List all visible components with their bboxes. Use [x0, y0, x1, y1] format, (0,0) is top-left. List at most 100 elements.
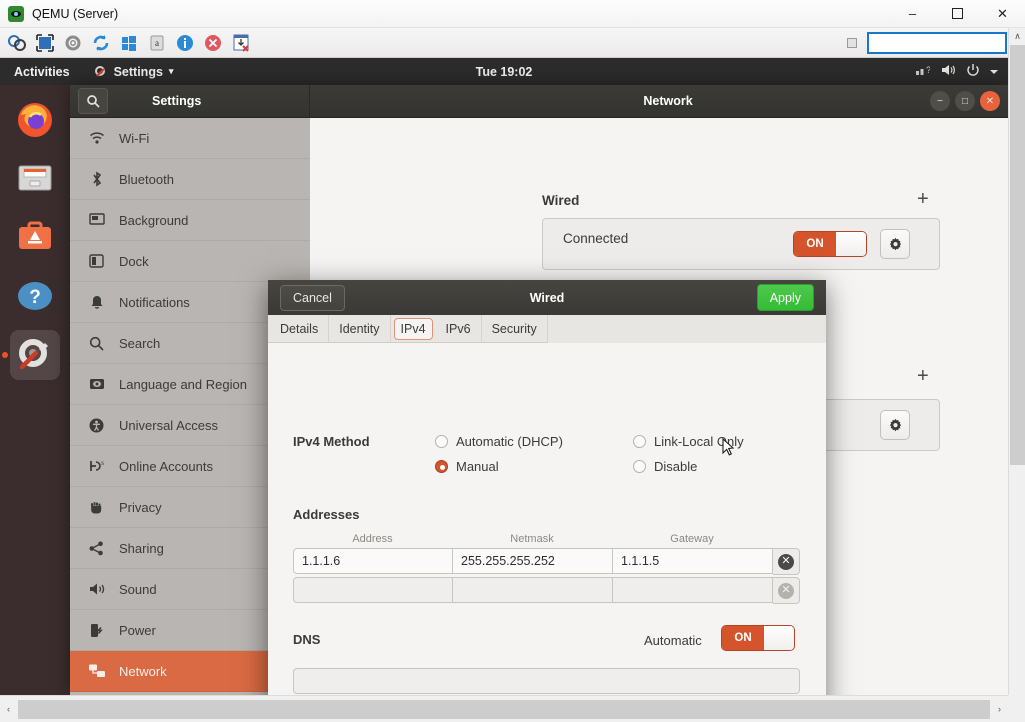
gateway-input-1[interactable]: 1.1.1.5 [613, 548, 773, 574]
sidebar-item-label: Universal Access [119, 418, 218, 433]
sidebar-item-background[interactable]: Background [70, 200, 310, 241]
tab-ipv4[interactable]: IPv4 [394, 318, 433, 340]
horizontal-scrollbar-thumb[interactable] [18, 700, 990, 719]
settings-close-button[interactable]: ✕ [980, 91, 1000, 111]
dialog-body: IPv4 Method Automatic (DHCP) Manual Link… [268, 343, 826, 695]
settings-gear-icon[interactable] [62, 32, 84, 54]
tab-security[interactable]: Security [482, 315, 548, 343]
bell-icon [88, 294, 105, 311]
system-tray[interactable]: ? [915, 63, 998, 80]
tab-details[interactable]: Details [270, 315, 329, 343]
sidebar-item-dock[interactable]: Dock [70, 241, 310, 282]
address-input-2[interactable] [293, 577, 453, 603]
vertical-scrollbar[interactable]: ∧ ∨ [1008, 28, 1025, 722]
delete-address-row-2-button[interactable]: ✕ [773, 577, 800, 604]
dialog-header-bar: Cancel Wired Apply [268, 280, 826, 315]
speaker-icon [88, 581, 105, 598]
tab-identity[interactable]: Identity [329, 315, 390, 343]
windows-icon[interactable] [118, 32, 140, 54]
qemu-address-field[interactable] [867, 32, 1007, 54]
svg-text:a: a [155, 38, 159, 48]
radio-manual-indicator [435, 460, 448, 473]
sidebar-item-bluetooth[interactable]: Bluetooth [70, 159, 310, 200]
text-page-icon[interactable]: a [146, 32, 168, 54]
sidebar-item-wi-fi[interactable]: Wi-Fi [70, 118, 310, 159]
dns-automatic-toggle[interactable]: ON [721, 625, 795, 651]
delete-address-row-1-button[interactable]: ✕ [773, 548, 800, 575]
network-icon: ? [915, 63, 930, 80]
universal-access-icon [88, 417, 105, 434]
wired-connection-dialog: Cancel Wired Apply Details Identity IPv4… [268, 280, 826, 695]
scroll-left-button[interactable]: ‹ [0, 696, 17, 722]
dock-item-settings[interactable] [10, 330, 60, 380]
dns-toggle-knob [764, 626, 794, 650]
dns-heading: DNS [293, 632, 320, 647]
qemu-minimize-button[interactable]: – [890, 0, 935, 28]
netmask-input-1[interactable]: 255.255.255.252 [453, 548, 613, 574]
tab-bar-filler [548, 315, 826, 343]
horizontal-scrollbar[interactable]: ‹ › [0, 695, 1008, 722]
cancel-button[interactable]: Cancel [280, 285, 345, 311]
vm-desktop: Activities Settings ▾ Tue 19:02 ? [0, 58, 1008, 695]
svg-text:?: ? [29, 287, 41, 308]
radio-manual[interactable]: Manual [435, 459, 499, 474]
scroll-right-button[interactable]: › [991, 696, 1008, 722]
activities-button[interactable]: Activities [14, 65, 70, 79]
background-icon [88, 212, 105, 229]
qemu-maximize-button[interactable] [935, 0, 980, 28]
delete-snapshot-icon[interactable] [230, 32, 252, 54]
dialog-title: Wired [530, 291, 565, 305]
qemu-window-title: QEMU (Server) [32, 7, 118, 21]
dock-item-help[interactable]: ? [10, 271, 60, 321]
settings-header-left: Settings [70, 85, 310, 118]
secondary-settings-gear-icon[interactable] [880, 410, 910, 440]
netmask-input-2[interactable] [453, 577, 613, 603]
settings-minimize-button[interactable]: − [930, 91, 950, 111]
tab-ipv6[interactable]: IPv6 [436, 315, 482, 343]
scroll-up-button[interactable]: ∧ [1009, 28, 1025, 45]
volume-icon [940, 63, 956, 80]
qemu-window-controls: – ✕ [890, 0, 1025, 28]
apply-button[interactable]: Apply [757, 284, 814, 311]
network-icon [88, 663, 105, 680]
settings-maximize-button[interactable]: □ [955, 91, 975, 111]
info-icon[interactable] [174, 32, 196, 54]
radio-link-local-only[interactable]: Link-Local Only [633, 434, 744, 449]
fullscreen-icon[interactable] [34, 32, 56, 54]
sidebar-item-label: Sound [119, 582, 157, 597]
sidebar-item-label: Network [119, 664, 167, 679]
search-icon[interactable] [78, 88, 108, 114]
settings-window-controls: − □ ✕ [930, 91, 1000, 111]
radio-link-local-only-indicator [633, 435, 646, 448]
radio-automatic-dhcp[interactable]: Automatic (DHCP) [435, 434, 563, 449]
app-menu[interactable]: Settings ▾ [94, 65, 174, 79]
dns-input[interactable] [293, 668, 800, 694]
wired-settings-gear-icon[interactable] [880, 229, 910, 259]
dock-item-firefox[interactable] [10, 94, 60, 144]
wired-toggle[interactable]: ON [793, 231, 867, 257]
add-wired-button[interactable]: + [917, 189, 929, 209]
machine-icon[interactable] [6, 32, 28, 54]
gnome-top-bar: Activities Settings ▾ Tue 19:02 ? [0, 58, 1008, 85]
gateway-input-2[interactable] [613, 577, 773, 603]
address-input-1[interactable]: 1.1.1.6 [293, 548, 453, 574]
sidebar-item-label: Privacy [119, 500, 162, 515]
svg-text:?: ? [926, 65, 930, 75]
qemu-close-button[interactable]: ✕ [980, 0, 1025, 28]
settings-app-icon [94, 65, 108, 79]
dock-item-files[interactable] [10, 153, 60, 203]
qemu-toolbar: a [0, 28, 1025, 58]
add-vpn-button[interactable]: + [917, 366, 929, 386]
dock-item-ubuntu-software[interactable] [10, 212, 60, 262]
radio-disable[interactable]: Disable [633, 459, 697, 474]
clock[interactable]: Tue 19:02 [476, 65, 533, 79]
vertical-scrollbar-thumb[interactable] [1010, 45, 1025, 465]
sidebar-item-label: Language and Region [119, 377, 247, 392]
shutdown-icon[interactable] [202, 32, 224, 54]
reset-icon[interactable] [90, 32, 112, 54]
radio-disable-label: Disable [654, 459, 697, 474]
wired-toggle-knob [836, 232, 866, 256]
addresses-heading: Addresses [293, 507, 359, 522]
wired-toggle-state: ON [794, 232, 836, 256]
radio-link-local-only-label: Link-Local Only [654, 434, 744, 449]
